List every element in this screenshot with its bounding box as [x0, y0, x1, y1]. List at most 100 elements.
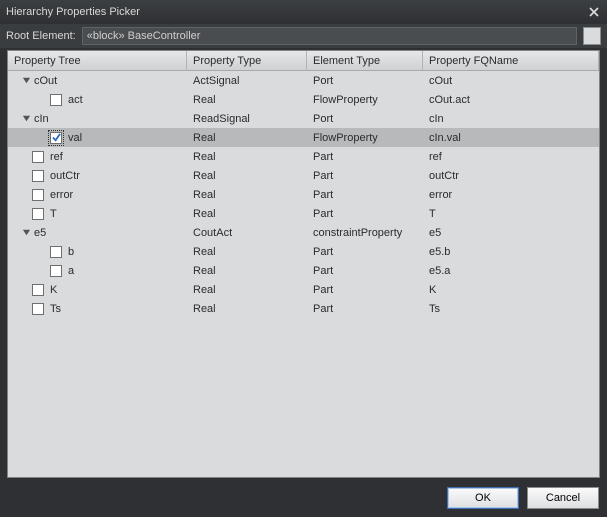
node-name: a [66, 265, 74, 277]
tree-cell: K [8, 284, 187, 296]
node-name: val [66, 132, 82, 144]
checkbox[interactable] [50, 246, 62, 258]
cancel-button[interactable]: Cancel [527, 487, 599, 509]
title-bar: Hierarchy Properties Picker [0, 0, 607, 24]
header-tree[interactable]: Property Tree [8, 51, 187, 70]
table-row[interactable]: TRealPartT [8, 204, 599, 223]
cell-etype: constraintProperty [307, 223, 423, 242]
property-panel: Property Tree Property Type Element Type… [7, 50, 600, 478]
checkbox[interactable] [32, 284, 44, 296]
root-element-label: Root Element: [6, 30, 76, 42]
cell-fqn: e5.b [423, 242, 599, 261]
cell-ptype: Real [187, 280, 307, 299]
tree-cell: cOut [8, 75, 187, 87]
checkbox[interactable] [32, 151, 44, 163]
cell-fqn: cIn [423, 109, 599, 128]
node-name: e5 [32, 227, 46, 239]
cell-ptype: Real [187, 147, 307, 166]
node-name: cOut [32, 75, 57, 87]
cell-etype: Part [307, 261, 423, 280]
cell-fqn: e5 [423, 223, 599, 242]
tree-cell: a [8, 265, 187, 277]
browse-button[interactable]: ... [583, 27, 601, 45]
cell-fqn: T [423, 204, 599, 223]
checkbox[interactable] [50, 265, 62, 277]
cell-etype: Part [307, 147, 423, 166]
header-fqn[interactable]: Property FQName [423, 51, 599, 70]
cell-ptype: ActSignal [187, 71, 307, 90]
root-element-row: Root Element: ... [0, 24, 607, 48]
cell-ptype: Real [187, 128, 307, 147]
cell-ptype: ReadSignal [187, 109, 307, 128]
node-name: act [66, 94, 83, 106]
checkbox[interactable] [50, 132, 62, 144]
checkbox[interactable] [32, 189, 44, 201]
cell-fqn: e5.a [423, 261, 599, 280]
tree-cell: error [8, 189, 187, 201]
window-title: Hierarchy Properties Picker [6, 6, 587, 18]
dialog-buttons: OK Cancel [447, 487, 599, 509]
table-row[interactable]: outCtrRealPartoutCtr [8, 166, 599, 185]
node-name: error [48, 189, 73, 201]
cell-etype: FlowProperty [307, 90, 423, 109]
checkbox[interactable] [32, 208, 44, 220]
table-row[interactable]: a RealParte5.a [8, 261, 599, 280]
tree-cell: act [8, 94, 187, 106]
column-headers: Property Tree Property Type Element Type… [8, 51, 599, 71]
cell-etype: Part [307, 242, 423, 261]
cell-etype: Part [307, 166, 423, 185]
table-row[interactable]: errorRealParterror [8, 185, 599, 204]
cell-fqn: outCtr [423, 166, 599, 185]
cell-ptype: Real [187, 185, 307, 204]
table-row[interactable]: bRealParte5.b [8, 242, 599, 261]
cell-ptype: Real [187, 166, 307, 185]
node-name: b [66, 246, 74, 258]
cell-etype: Port [307, 71, 423, 90]
table-row[interactable]: cOutActSignalPortcOut [8, 71, 599, 90]
node-name: T [48, 208, 57, 220]
header-ptype[interactable]: Property Type [187, 51, 307, 70]
root-element-input[interactable] [82, 27, 577, 45]
cell-ptype: Real [187, 90, 307, 109]
cell-etype: Port [307, 109, 423, 128]
tree-cell: ref [8, 151, 187, 163]
cell-etype: Part [307, 299, 423, 318]
table-row[interactable]: val RealFlowPropertycIn.val [8, 128, 599, 147]
table-row[interactable]: TsRealPartTs [8, 299, 599, 318]
table-row[interactable]: e5CoutActconstraintPropertye5 [8, 223, 599, 242]
chevron-down-icon[interactable] [20, 227, 32, 239]
chevron-down-icon[interactable] [20, 113, 32, 125]
table-row[interactable]: cInReadSignalPortcIn [8, 109, 599, 128]
tree-cell: val [8, 132, 187, 144]
table-row[interactable]: refRealPartref [8, 147, 599, 166]
node-name: cIn [32, 113, 49, 125]
cell-fqn: Ts [423, 299, 599, 318]
checkbox[interactable] [32, 303, 44, 315]
checkbox[interactable] [50, 94, 62, 106]
cell-etype: Part [307, 185, 423, 204]
table-row[interactable]: KRealPartK [8, 280, 599, 299]
ok-button[interactable]: OK [447, 487, 519, 509]
tree-cell: T [8, 208, 187, 220]
header-etype[interactable]: Element Type [307, 51, 423, 70]
tree-cell: Ts [8, 303, 187, 315]
cell-ptype: Real [187, 261, 307, 280]
chevron-down-icon[interactable] [20, 75, 32, 87]
checkbox[interactable] [32, 170, 44, 182]
tree-cell: b [8, 246, 187, 258]
cell-ptype: Real [187, 299, 307, 318]
node-name: Ts [48, 303, 61, 315]
tree-rows: cOutActSignalPortcOutactRealFlowProperty… [8, 71, 599, 318]
tree-cell: outCtr [8, 170, 187, 182]
cell-ptype: Real [187, 204, 307, 223]
cell-fqn: cOut [423, 71, 599, 90]
table-row[interactable]: act RealFlowPropertycOut.act [8, 90, 599, 109]
cell-fqn: cOut.act [423, 90, 599, 109]
node-name: outCtr [48, 170, 80, 182]
cell-fqn: ref [423, 147, 599, 166]
cell-fqn: error [423, 185, 599, 204]
tree-cell: cIn [8, 113, 187, 125]
close-icon[interactable] [587, 5, 601, 19]
cell-fqn: cIn.val [423, 128, 599, 147]
cell-etype: FlowProperty [307, 128, 423, 147]
